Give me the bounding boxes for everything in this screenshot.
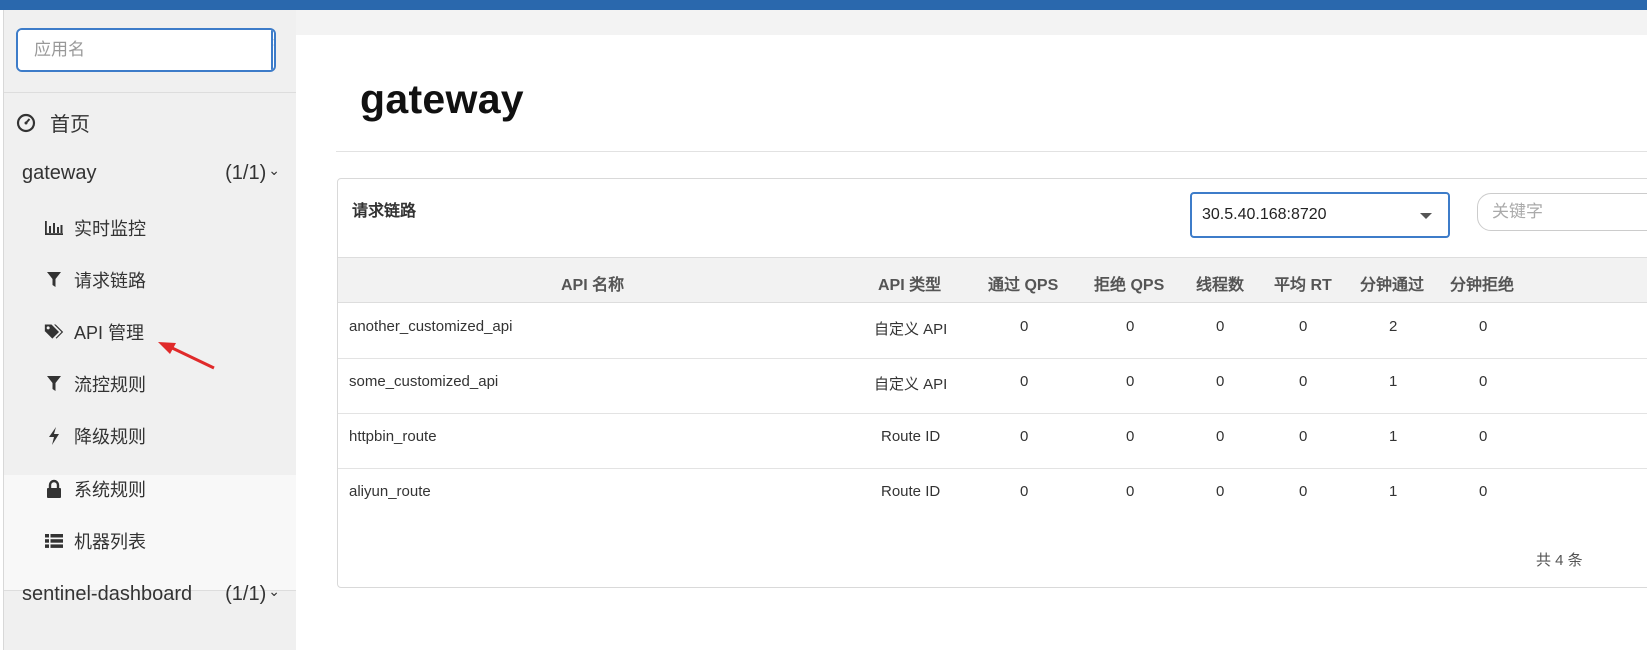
cell-api-type: 自定义 API bbox=[874, 321, 948, 338]
app-sentinel-dashboard[interactable]: sentinel-dashboard (1/1) ⌄ bbox=[22, 583, 280, 606]
sidebar: 搜索 首页 gateway (1/1) ⌄ 实时监控 bbox=[3, 10, 297, 650]
machine-select-value: 30.5.40.168:8720 bbox=[1202, 206, 1327, 223]
app-search-input[interactable] bbox=[18, 30, 271, 70]
card-title: 请求链路 bbox=[352, 203, 417, 220]
request-chain-card: 请求链路 30.5.40.168:8720 API 名称 API 类型 通过 Q… bbox=[337, 178, 1647, 588]
column-header-pass-qps: 通过 QPS bbox=[988, 277, 1059, 294]
dashboard-icon bbox=[16, 113, 36, 132]
sidebar-item-label: 降级规则 bbox=[74, 427, 146, 447]
filter-icon bbox=[47, 272, 61, 287]
page-title: gateway bbox=[360, 76, 524, 122]
tags-icon bbox=[44, 324, 64, 339]
cell-minute-pass: 1 bbox=[1389, 483, 1398, 500]
chevron-down-icon: ⌄ bbox=[268, 583, 280, 599]
pagination-total: 共 4 条 bbox=[1536, 552, 1583, 569]
search-button[interactable]: 搜索 bbox=[271, 30, 274, 70]
chevron-down-icon: ⌄ bbox=[268, 162, 280, 178]
table-row: another_customized_api 自定义 API 0 0 0 0 2… bbox=[338, 304, 1647, 359]
sidebar-divider bbox=[4, 92, 297, 93]
column-header-avg-rt: 平均 RT bbox=[1274, 277, 1332, 294]
list-icon bbox=[45, 534, 63, 548]
table-header: API 名称 API 类型 通过 QPS 拒绝 QPS 线程数 平均 RT 分钟… bbox=[338, 257, 1647, 303]
sidebar-item-flow-rules[interactable]: 流控规则 bbox=[44, 371, 146, 397]
annotation-arrow-icon bbox=[158, 342, 215, 370]
column-header-minute-pass: 分钟通过 bbox=[1360, 277, 1425, 294]
column-header-api-type: API 类型 bbox=[878, 277, 942, 294]
cell-pass-qps: 0 bbox=[1020, 373, 1029, 390]
app-search-box: 搜索 bbox=[16, 28, 276, 72]
column-header-minute-block: 分钟拒绝 bbox=[1450, 277, 1515, 294]
cell-pass-qps: 0 bbox=[1020, 428, 1029, 445]
cell-api-name: aliyun_route bbox=[349, 483, 431, 500]
cell-threads: 0 bbox=[1216, 428, 1225, 445]
sidebar-item-request-chain[interactable]: 请求链路 bbox=[44, 267, 146, 293]
cell-api-name: httpbin_route bbox=[349, 428, 437, 445]
cell-block-qps: 0 bbox=[1126, 483, 1135, 500]
column-header-block-qps: 拒绝 QPS bbox=[1094, 277, 1165, 294]
sidebar-item-label: 流控规则 bbox=[74, 375, 146, 395]
cell-pass-qps: 0 bbox=[1020, 483, 1029, 500]
cell-block-qps: 0 bbox=[1126, 428, 1135, 445]
cell-minute-pass: 1 bbox=[1389, 428, 1398, 445]
cell-avg-rt: 0 bbox=[1299, 483, 1308, 500]
app-health-count: (1/1) bbox=[225, 162, 267, 184]
table-row: httpbin_route Route ID 0 0 0 0 1 0 bbox=[338, 414, 1647, 469]
cell-minute-block: 0 bbox=[1479, 428, 1488, 445]
main-content: gateway 请求链路 30.5.40.168:8720 API 名称 API… bbox=[296, 10, 1647, 651]
column-header-api-name: API 名称 bbox=[561, 277, 625, 294]
column-header-threads: 线程数 bbox=[1196, 277, 1245, 294]
cell-block-qps: 0 bbox=[1126, 373, 1135, 390]
sidebar-item-machine-list[interactable]: 机器列表 bbox=[44, 528, 146, 554]
cell-threads: 0 bbox=[1216, 318, 1225, 335]
cell-minute-block: 0 bbox=[1479, 483, 1488, 500]
title-divider bbox=[336, 151, 1647, 152]
cell-minute-block: 0 bbox=[1479, 318, 1488, 335]
app-gateway[interactable]: gateway (1/1) ⌄ bbox=[22, 162, 280, 185]
table-row: some_customized_api 自定义 API 0 0 0 0 1 0 bbox=[338, 359, 1647, 414]
sidebar-item-realtime-monitor[interactable]: 实时监控 bbox=[44, 215, 146, 241]
lock-icon bbox=[47, 479, 61, 498]
app-health-count: (1/1) bbox=[225, 583, 267, 605]
top-accent-bar bbox=[0, 0, 1647, 10]
cell-api-name: some_customized_api bbox=[349, 373, 499, 390]
cell-block-qps: 0 bbox=[1126, 318, 1135, 335]
sidebar-item-label: 请求链路 bbox=[74, 271, 146, 291]
filter-icon bbox=[47, 376, 61, 391]
sidebar-item-system-rules[interactable]: 系统规则 bbox=[44, 476, 146, 502]
cell-api-type: Route ID bbox=[881, 428, 941, 445]
bar-chart-icon bbox=[45, 221, 63, 235]
cell-threads: 0 bbox=[1216, 373, 1225, 390]
cell-api-name: another_customized_api bbox=[349, 318, 513, 335]
sidebar-item-api-management[interactable]: API 管理 bbox=[44, 319, 144, 345]
sidebar-item-label: API 管理 bbox=[74, 323, 145, 343]
cell-minute-pass: 2 bbox=[1389, 318, 1398, 335]
machine-select[interactable]: 30.5.40.168:8720 bbox=[1190, 192, 1450, 238]
sidebar-item-home[interactable]: 首页 bbox=[16, 108, 90, 137]
table-row: aliyun_route Route ID 0 0 0 0 1 0 bbox=[338, 469, 1647, 524]
cell-avg-rt: 0 bbox=[1299, 373, 1308, 390]
cell-avg-rt: 0 bbox=[1299, 318, 1308, 335]
sidebar-item-label: 实时监控 bbox=[74, 219, 146, 239]
cell-avg-rt: 0 bbox=[1299, 428, 1308, 445]
caret-down-icon bbox=[1420, 213, 1432, 219]
sidebar-item-label: 系统规则 bbox=[74, 480, 146, 500]
cell-pass-qps: 0 bbox=[1020, 318, 1029, 335]
sidebar-item-degrade-rules[interactable]: 降级规则 bbox=[44, 423, 146, 449]
keyword-search-input[interactable] bbox=[1477, 193, 1647, 231]
cell-threads: 0 bbox=[1216, 483, 1225, 500]
cell-minute-pass: 1 bbox=[1389, 373, 1398, 390]
sidebar-item-label: 机器列表 bbox=[74, 532, 146, 552]
app-name: sentinel-dashboard bbox=[22, 583, 193, 605]
cell-api-type: 自定义 API bbox=[874, 376, 948, 393]
cell-minute-block: 0 bbox=[1479, 373, 1488, 390]
app-name: gateway bbox=[22, 162, 97, 184]
cell-api-type: Route ID bbox=[881, 483, 941, 500]
bolt-icon bbox=[49, 427, 59, 445]
sidebar-item-home-label: 首页 bbox=[50, 114, 90, 136]
